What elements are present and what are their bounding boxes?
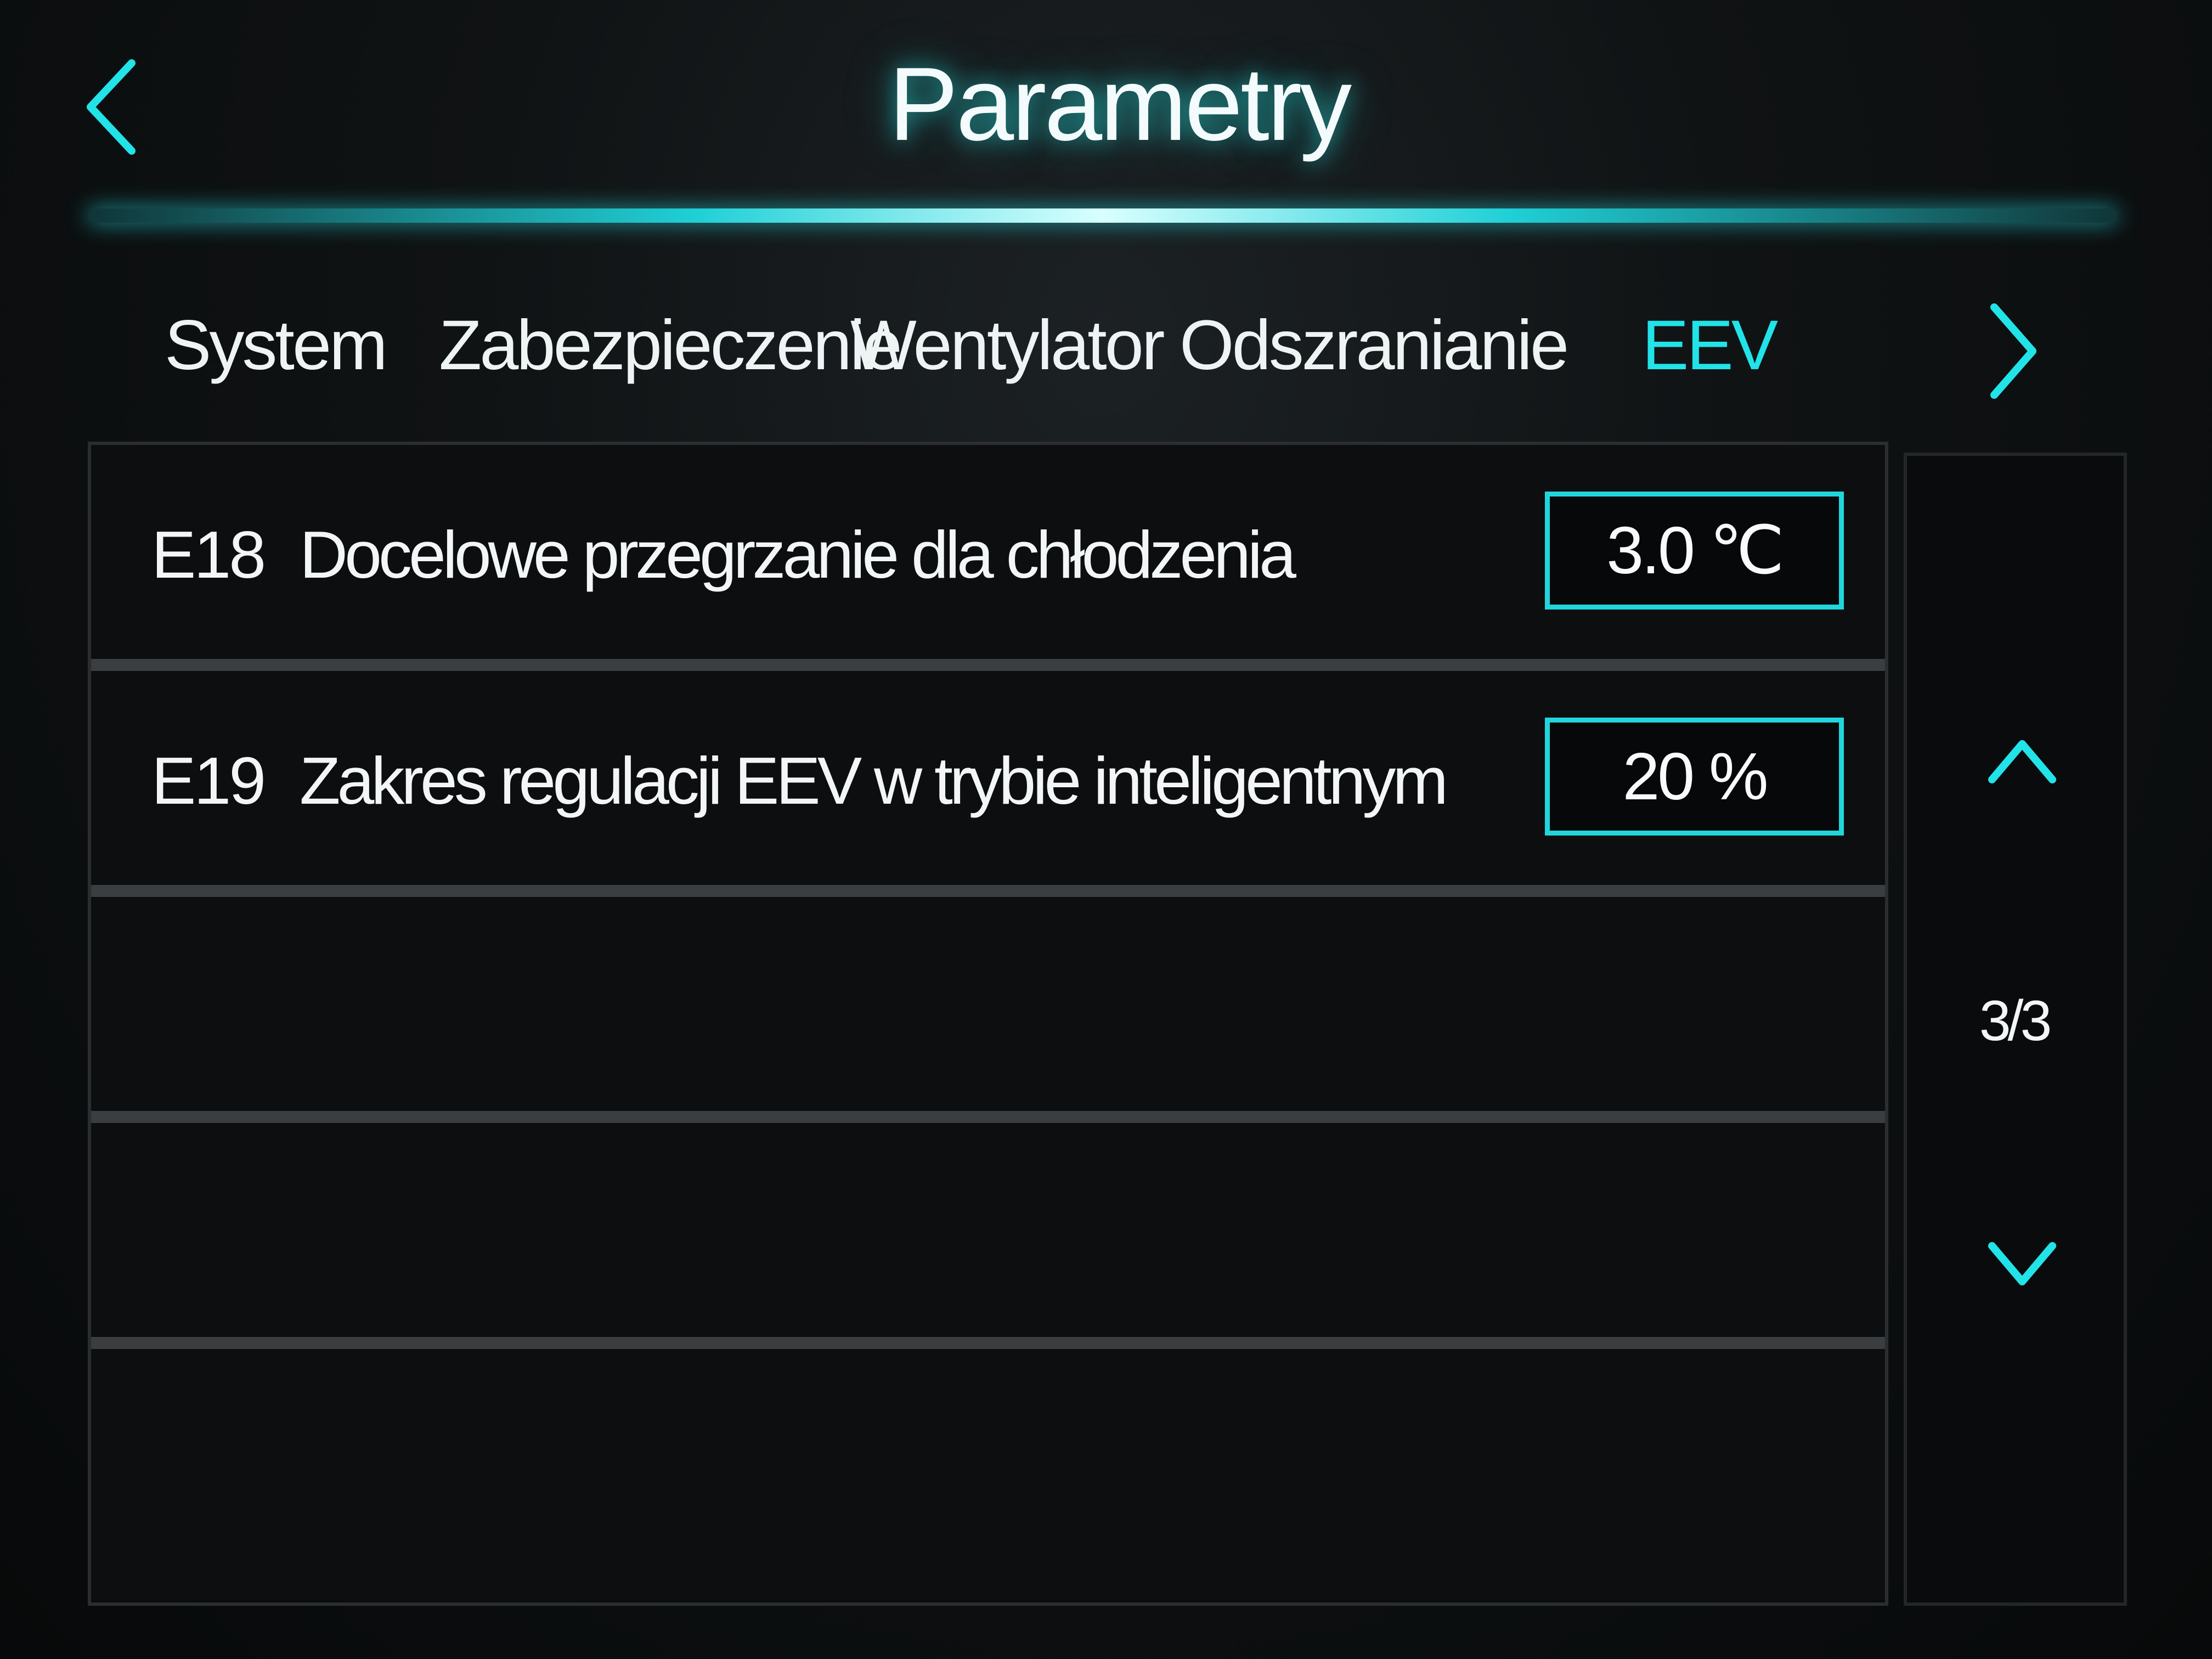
page-up-button[interactable] — [1984, 725, 2061, 796]
page-title: Parametry — [888, 46, 1352, 162]
parameter-code: E19 — [151, 743, 266, 818]
parameter-label: Docelowe przegrzanie dla chłodzenia — [300, 517, 1296, 592]
tab-system[interactable]: System — [165, 296, 388, 395]
chevron-up-icon — [1988, 740, 2056, 783]
empty-row — [91, 1123, 1885, 1349]
chevron-left-icon — [87, 59, 136, 155]
parameter-row-e19: E19 Zakres regulacji EEV w trybie inteli… — [91, 671, 1885, 897]
page-down-button[interactable] — [1984, 1229, 2061, 1301]
tab-odszranianie[interactable]: Odszranianie — [1180, 296, 1569, 395]
empty-row — [91, 897, 1885, 1123]
tabs-next-button[interactable] — [1975, 296, 2046, 406]
parameter-value-field[interactable]: 3.0 ℃ — [1545, 492, 1844, 610]
parameter-label: Zakres regulacji EEV w trybie inteligent… — [300, 743, 1448, 818]
parameters-screen: Parametry System Zabezpieczenie Wentylat… — [0, 0, 2212, 1659]
tab-eev[interactable]: EEV — [1618, 296, 1799, 395]
chevron-down-icon — [1988, 1242, 2056, 1285]
chevron-right-icon — [1990, 303, 2036, 399]
parameter-code: E18 — [151, 517, 266, 592]
page-indicator: 3/3 — [1979, 989, 2052, 1053]
tab-wentylator[interactable]: Wentylator — [850, 296, 1165, 395]
tab-zabezpieczenie[interactable]: Zabezpieczenie — [439, 296, 902, 395]
back-button[interactable] — [77, 55, 148, 159]
parameter-row-e18: E18 Docelowe przegrzanie dla chłodzenia … — [91, 445, 1885, 671]
empty-row — [91, 1349, 1885, 1599]
parameter-value-field[interactable]: 20 % — [1545, 718, 1844, 836]
pagination-column: 3/3 — [1904, 453, 2127, 1606]
header-divider — [88, 208, 2118, 223]
tab-bar: System Zabezpieczenie Wentylator Odszran… — [88, 263, 1898, 461]
parameter-list: E18 Docelowe przegrzanie dla chłodzenia … — [88, 442, 1888, 1606]
